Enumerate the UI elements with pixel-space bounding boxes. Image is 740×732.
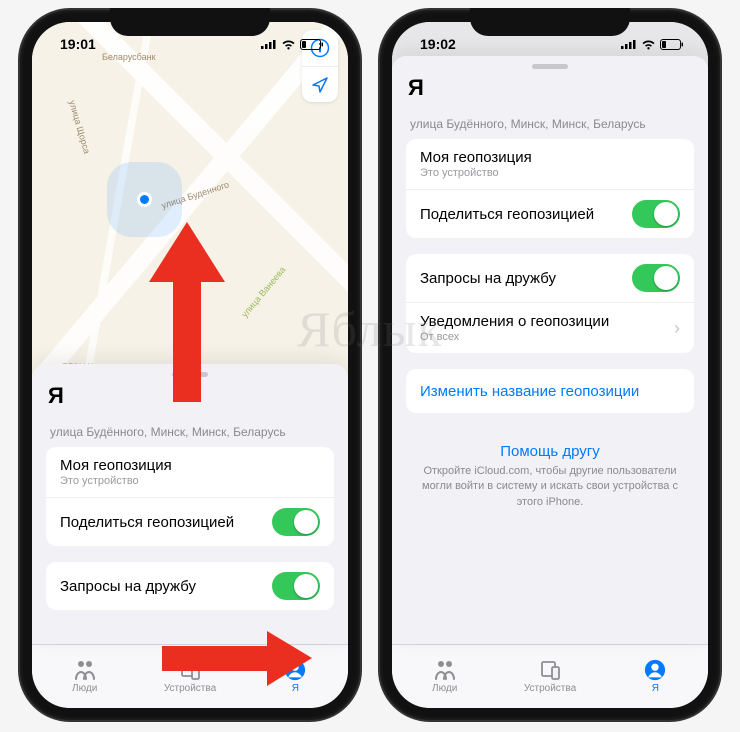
map-street-3: улица Щорса: [67, 99, 92, 155]
map-street-2: улица Ванеева: [239, 265, 287, 320]
help-friend-link[interactable]: Помощь другу: [416, 443, 684, 460]
share-location-label: Поделиться геопозицией: [60, 514, 234, 531]
devices-icon: [538, 659, 562, 681]
friend-requests-row: Запросы на дружбу: [46, 562, 334, 610]
my-location-label: Моя геопозиция: [420, 149, 532, 166]
friend-requests-label: Запросы на дружбу: [420, 270, 556, 287]
my-location-label: Моя геопозиция: [60, 457, 172, 474]
signal-icon: [621, 39, 637, 49]
map-street-1: улица Буденного: [160, 179, 230, 210]
user-location-dot: [137, 192, 152, 207]
rename-location-label: Изменить название геопозиции: [420, 383, 639, 400]
people-icon: [433, 659, 457, 681]
chevron-right-icon: ›: [674, 318, 680, 339]
wifi-icon: [281, 39, 296, 50]
sheet-title: Я: [392, 73, 708, 111]
share-location-toggle[interactable]: [272, 508, 320, 536]
location-notifications-label: Уведомления о геопозиции: [420, 313, 609, 330]
tab-people[interactable]: Люди: [392, 645, 497, 708]
status-time: 19:02: [412, 36, 456, 52]
notch: [470, 8, 630, 36]
friend-requests-label: Запросы на дружбу: [60, 578, 196, 595]
iphone-mockup-left: 19:01 Беларусбанк улица Буденного улица …: [20, 10, 360, 720]
location-arrow-icon: [311, 76, 329, 94]
sheet-grabber[interactable]: [532, 64, 568, 69]
address-label: улица Будённого, Минск, Минск, Беларусь: [406, 111, 694, 139]
status-time: 19:01: [52, 36, 96, 52]
battery-icon: [660, 39, 684, 50]
signal-icon: [261, 39, 277, 49]
me-sheet[interactable]: Я улица Будённого, Минск, Минск, Беларус…: [32, 364, 348, 644]
me-sheet-expanded[interactable]: Я улица Будённого, Минск, Минск, Беларус…: [392, 56, 708, 644]
tab-people-label: Люди: [432, 683, 457, 694]
my-location-row[interactable]: Моя геопозиция Это устройство: [46, 447, 334, 497]
tab-bar: Люди Устройства Я: [392, 644, 708, 708]
tab-devices-label: Устройства: [524, 683, 576, 694]
me-icon: [643, 659, 667, 681]
tab-me-label: Я: [652, 683, 659, 694]
status-icons: [261, 39, 328, 50]
share-location-label: Поделиться геопозицией: [420, 206, 594, 223]
tab-people[interactable]: Люди: [32, 645, 137, 708]
battery-icon: [300, 39, 324, 50]
map-locate-button[interactable]: [302, 66, 338, 102]
wifi-icon: [641, 39, 656, 50]
location-notifications-sub: От всех: [420, 331, 609, 343]
help-friend-text: Откройте iCloud.com, чтобы другие пользо…: [416, 464, 684, 510]
people-icon: [73, 659, 97, 681]
friend-requests-row: Запросы на дружбу: [406, 254, 694, 302]
rename-location-row[interactable]: Изменить название геопозиции: [406, 369, 694, 413]
tab-people-label: Люди: [72, 683, 97, 694]
notch: [110, 8, 270, 36]
tab-devices[interactable]: Устройства: [497, 645, 602, 708]
my-location-row[interactable]: Моя геопозиция Это устройство: [406, 139, 694, 189]
my-location-sub: Это устройство: [60, 475, 172, 487]
share-location-row: Поделиться геопозицией: [406, 189, 694, 238]
status-icons: [621, 39, 688, 50]
share-location-row: Поделиться геопозицией: [46, 497, 334, 546]
tutorial-arrow-up: [147, 222, 227, 402]
iphone-mockup-right: 19:02 Я улица Будённого, Минск, Минск, Б…: [380, 10, 720, 720]
tutorial-arrow-right: [162, 631, 312, 686]
share-location-toggle[interactable]: [632, 200, 680, 228]
friend-requests-toggle[interactable]: [632, 264, 680, 292]
location-notifications-row[interactable]: Уведомления о геопозиции От всех ›: [406, 302, 694, 353]
tab-me[interactable]: Я: [603, 645, 708, 708]
address-label: улица Будённого, Минск, Минск, Беларусь: [46, 419, 334, 447]
friend-requests-toggle[interactable]: [272, 572, 320, 600]
help-friend-section: Помощь другу Откройте iCloud.com, чтобы …: [406, 429, 694, 524]
my-location-sub: Это устройство: [420, 167, 532, 179]
